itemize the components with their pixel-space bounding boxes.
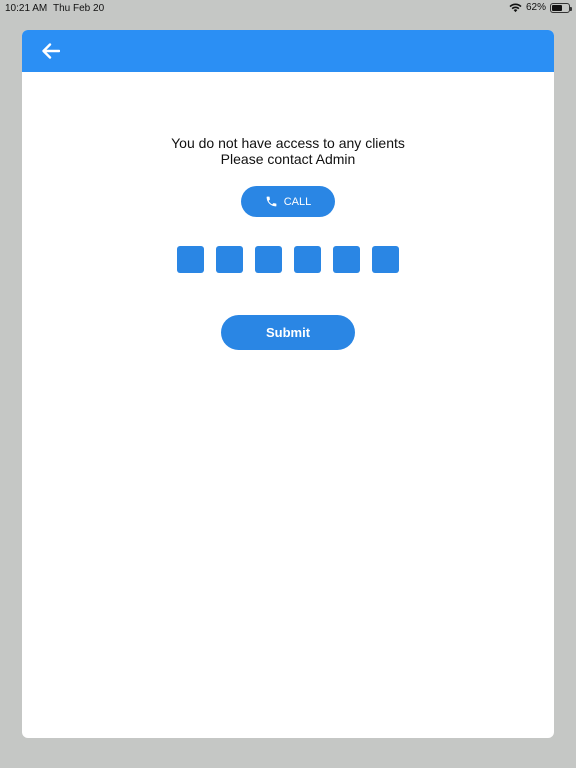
battery-tip bbox=[570, 6, 572, 11]
code-box-6[interactable] bbox=[372, 246, 399, 273]
status-date: Thu Feb 20 bbox=[53, 3, 105, 14]
code-box-5[interactable] bbox=[333, 246, 360, 273]
modal-header bbox=[22, 30, 554, 72]
battery-fill bbox=[552, 4, 562, 11]
call-button[interactable]: CALL bbox=[241, 186, 335, 217]
code-box-4[interactable] bbox=[294, 246, 321, 273]
code-box-2[interactable] bbox=[216, 246, 243, 273]
call-button-label: CALL bbox=[283, 195, 312, 208]
phone-icon bbox=[266, 196, 277, 207]
no-access-message: You do not have access to any clients Pl… bbox=[22, 135, 554, 167]
back-button[interactable] bbox=[38, 40, 64, 62]
message-line-1: You do not have access to any clients bbox=[171, 135, 405, 151]
wifi-icon bbox=[509, 3, 522, 13]
battery-icon bbox=[550, 2, 572, 13]
status-bar: 10:21 AM Thu Feb 20 62% bbox=[0, 0, 576, 16]
code-box-1[interactable] bbox=[177, 246, 204, 273]
status-indicators: 62% bbox=[509, 2, 572, 13]
message-line-2: Please contact Admin bbox=[220, 151, 356, 167]
submit-button[interactable]: Submit bbox=[221, 315, 355, 350]
code-input-group bbox=[177, 246, 399, 273]
arrow-left-icon bbox=[42, 43, 60, 59]
code-box-3[interactable] bbox=[255, 246, 282, 273]
battery-percent: 62% bbox=[525, 2, 546, 13]
status-time: 10:21 AM bbox=[5, 3, 48, 14]
access-modal: You do not have access to any clients Pl… bbox=[22, 30, 554, 738]
